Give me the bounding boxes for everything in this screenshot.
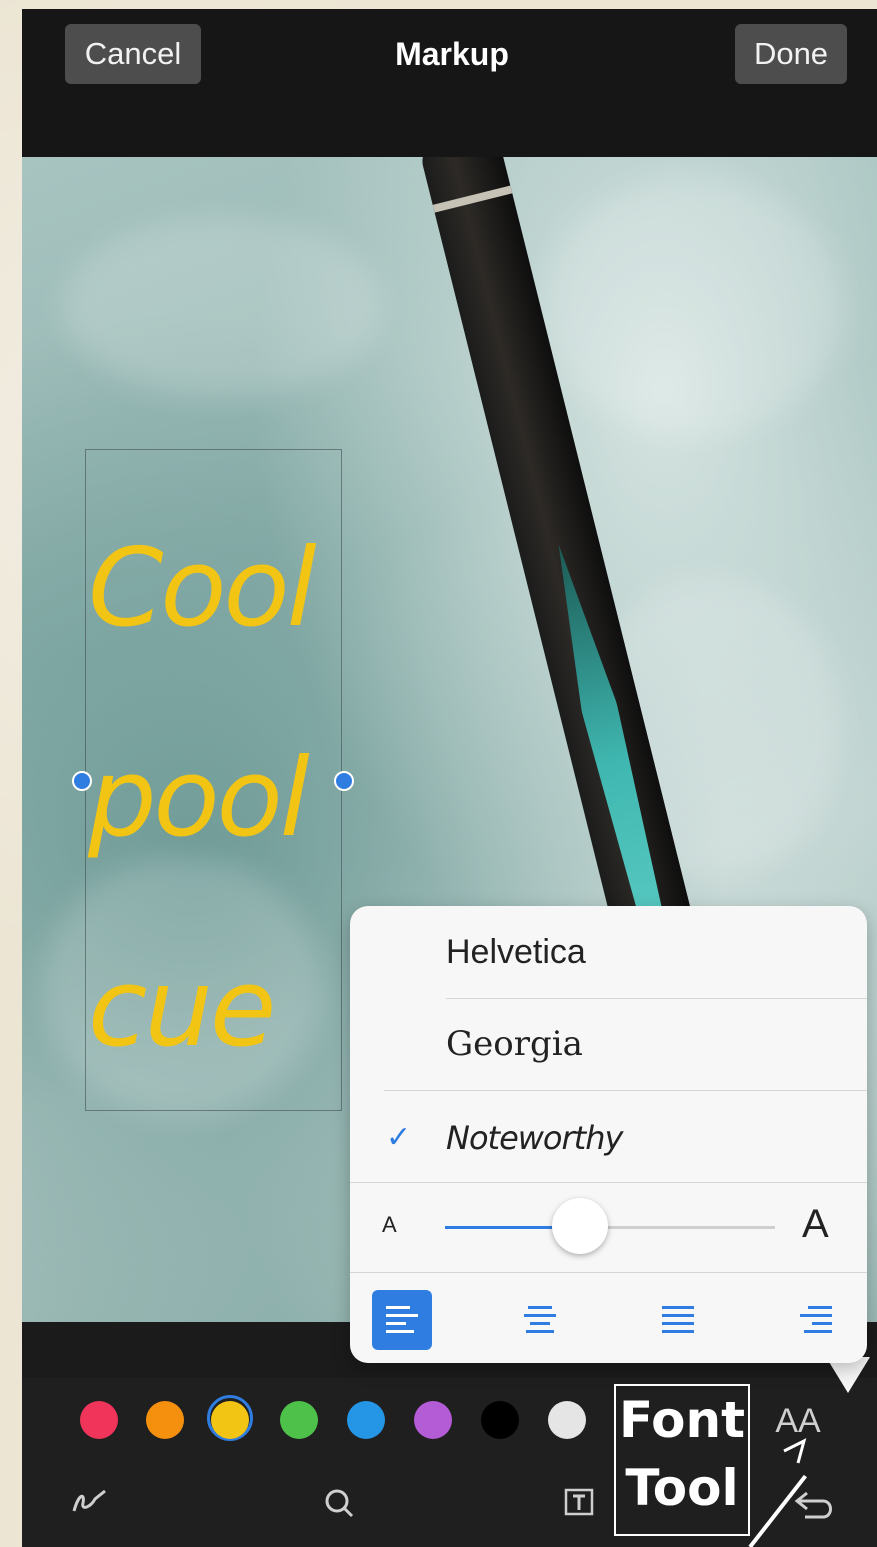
font-label: Georgia <box>446 1024 583 1064</box>
divider <box>384 1090 867 1091</box>
align-left-icon <box>386 1306 418 1334</box>
align-left-button[interactable] <box>372 1290 432 1350</box>
align-justify-button[interactable] <box>648 1290 708 1350</box>
annotation-line: cue <box>88 946 276 1071</box>
divider <box>350 1272 867 1273</box>
slider-thumb[interactable] <box>552 1198 609 1254</box>
align-justify-icon <box>662 1306 694 1334</box>
font-label: Helvetica <box>446 933 586 971</box>
text-box-icon[interactable] <box>554 1487 604 1528</box>
font-option-noteworthy[interactable]: ✓ Noteworthy <box>350 1092 867 1184</box>
cloth-fold <box>62 217 382 397</box>
callout-arrowhead <box>783 1438 807 1464</box>
align-right-icon <box>800 1306 832 1334</box>
cancel-button[interactable]: Cancel <box>65 24 201 84</box>
annotation-text[interactable]: Cool pool cue <box>88 484 388 1114</box>
annotation-line: pool <box>88 736 310 861</box>
color-swatch-yellow[interactable] <box>211 1401 249 1439</box>
size-large-label: A <box>802 1202 829 1246</box>
font-popover: Helvetica Georgia ✓ Noteworthy A A <box>350 906 867 1363</box>
undo-icon[interactable] <box>790 1487 840 1532</box>
color-swatch-red[interactable] <box>80 1401 118 1439</box>
checkmark-icon: ✓ <box>386 1121 412 1154</box>
font-option-georgia[interactable]: Georgia <box>350 998 867 1090</box>
annotation-line: Cool <box>88 526 317 651</box>
align-right-button[interactable] <box>786 1290 846 1350</box>
cloth-fold <box>542 177 842 437</box>
callout-line: Tool <box>625 1459 739 1517</box>
size-small-label: A <box>382 1212 397 1237</box>
color-swatch-blue[interactable] <box>347 1401 385 1439</box>
font-tool-callout: Font Tool <box>614 1384 750 1536</box>
nav-bar: Cancel Markup Done <box>22 9 877 157</box>
color-swatch-black[interactable] <box>481 1401 519 1439</box>
font-option-helvetica[interactable]: Helvetica <box>350 906 867 998</box>
font-size-slider[interactable] <box>445 1198 775 1254</box>
color-swatch-white[interactable] <box>548 1401 586 1439</box>
color-swatch-orange[interactable] <box>146 1401 184 1439</box>
divider <box>350 1182 867 1183</box>
done-button[interactable]: Done <box>735 24 847 84</box>
callout-line: Font <box>619 1391 745 1449</box>
align-center-icon <box>524 1306 556 1334</box>
signature-icon[interactable] <box>66 1487 116 1528</box>
page-title: Markup <box>395 36 509 72</box>
align-center-button[interactable] <box>510 1290 570 1350</box>
cue-ring <box>432 185 513 213</box>
markup-screen: Cancel Markup Done Cool pool cue AA Font… <box>22 9 877 1547</box>
magnifier-icon[interactable] <box>314 1487 364 1530</box>
font-label: Noteworthy <box>446 1119 623 1157</box>
color-swatch-purple[interactable] <box>414 1401 452 1439</box>
color-swatch-green[interactable] <box>280 1401 318 1439</box>
font-button[interactable]: AA <box>768 1401 828 1441</box>
